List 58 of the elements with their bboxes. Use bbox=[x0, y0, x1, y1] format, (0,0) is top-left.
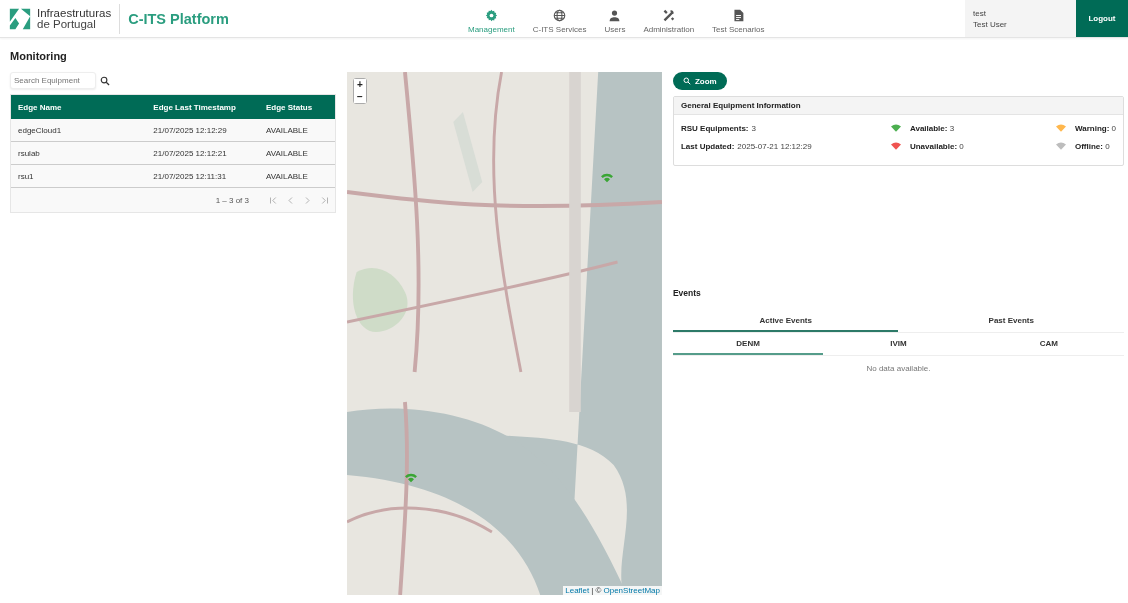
table-cell-text: AVAILABLE bbox=[264, 171, 309, 181]
wifi-icon[interactable] bbox=[404, 472, 418, 484]
page-range: 1 – 3 of 3 bbox=[215, 195, 249, 205]
nav-tab[interactable]: C-ITS Services bbox=[526, 9, 593, 34]
user-icon bbox=[608, 9, 622, 22]
document-icon bbox=[731, 9, 745, 22]
search-icon[interactable] bbox=[100, 75, 110, 86]
gear-icon bbox=[484, 9, 498, 22]
user-full-name: Test User bbox=[973, 18, 1008, 30]
status-count: Warning: 0 bbox=[1074, 123, 1116, 133]
leaflet-link[interactable]: Leaflet bbox=[565, 586, 590, 595]
card-title: General Equipment Information bbox=[680, 101, 801, 110]
message-type-tab[interactable]: DENM bbox=[672, 333, 824, 355]
empty-message: No data available. bbox=[865, 364, 932, 373]
events-tab[interactable]: Past Events bbox=[898, 310, 1124, 332]
status-count: Offline: 0 bbox=[1074, 141, 1110, 151]
section-title: Events bbox=[672, 288, 702, 298]
column-header: Edge Name bbox=[17, 102, 63, 112]
next-page-icon[interactable] bbox=[303, 195, 312, 205]
nav-tab[interactable]: Management bbox=[462, 9, 521, 34]
search-icon bbox=[682, 77, 691, 85]
first-page-icon[interactable] bbox=[269, 195, 278, 205]
username: test bbox=[973, 7, 987, 19]
table-cell-text: 21/07/2025 12:12:29 bbox=[152, 125, 228, 135]
tools-icon bbox=[662, 9, 676, 22]
table-cell-text: 21/07/2025 12:11:31 bbox=[152, 171, 228, 181]
app-title: C-ITS Platform bbox=[128, 10, 229, 27]
status-count: Unavailable: 0 bbox=[909, 141, 964, 151]
company-name: Infraestruturas bbox=[37, 7, 112, 19]
last-page-icon[interactable] bbox=[320, 195, 329, 205]
logout-button[interactable]: Logout bbox=[1076, 0, 1128, 37]
search-field[interactable]: Search Equipment bbox=[10, 72, 96, 89]
table-cell-text: rsulab bbox=[17, 148, 41, 158]
wifi-icon[interactable] bbox=[600, 172, 614, 184]
nav-tab[interactable]: Users bbox=[598, 9, 632, 34]
message-type-tab[interactable]: IVIM bbox=[823, 333, 974, 355]
table-cell-text: 21/07/2025 12:12:21 bbox=[152, 148, 228, 158]
nav-tab[interactable]: Administration bbox=[637, 9, 701, 34]
column-header: Edge Status bbox=[264, 102, 314, 112]
table-cell-text: rsu1 bbox=[17, 171, 35, 181]
openstreetmap-link[interactable]: OpenStreetMap bbox=[603, 586, 660, 595]
globe-icon bbox=[553, 9, 567, 22]
company-name-line: de Portugal bbox=[37, 18, 97, 30]
last-updated: Last Updated: 2025-07-21 12:12:29 bbox=[680, 140, 813, 153]
page-title: Monitoring bbox=[10, 50, 68, 62]
message-type-tab[interactable]: CAM bbox=[973, 333, 1124, 355]
column-header: Edge Last Timestamp bbox=[152, 102, 237, 112]
table-cell-text: edgeCloud1 bbox=[17, 125, 63, 135]
zoom-button[interactable]: Zoom bbox=[672, 72, 727, 90]
nav-tab[interactable]: Test Scenarios bbox=[706, 9, 771, 34]
previous-page-icon[interactable] bbox=[286, 195, 295, 205]
logo-icon bbox=[8, 6, 32, 31]
attribution-separator: | © bbox=[591, 586, 602, 595]
events-tab[interactable]: Active Events bbox=[672, 310, 899, 332]
status-count: Available: 3 bbox=[909, 123, 955, 133]
table-cell-text: AVAILABLE bbox=[264, 125, 309, 135]
rsu-count: RSU Equipments: 3 bbox=[680, 122, 757, 135]
table-cell-text: AVAILABLE bbox=[264, 148, 309, 158]
